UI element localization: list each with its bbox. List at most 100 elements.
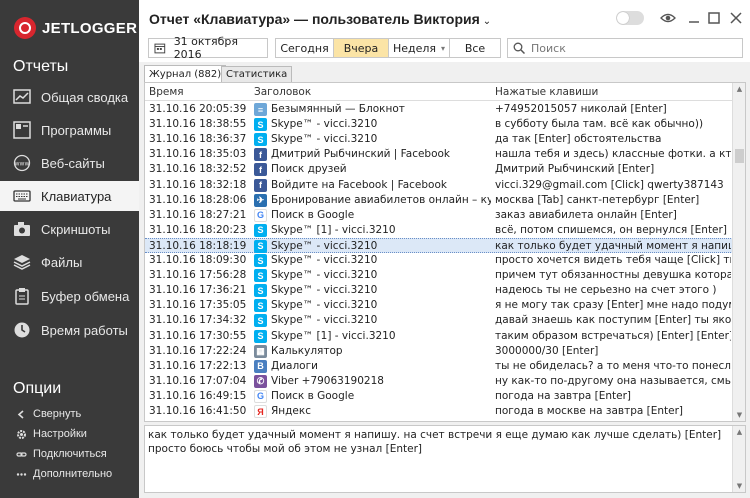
cell-title: Поиск в Google xyxy=(271,208,355,221)
cell-keys: надеюсь ты не серьезно на счет этого ) xyxy=(495,284,717,297)
cell-time: 31.10.16 16:41:50 xyxy=(149,405,247,417)
sidebar-item-screenshots[interactable]: Скриншоты xyxy=(0,214,139,244)
table-row[interactable]: 31.10.16 17:22:13 B Диалоги ты не обиделась… xyxy=(145,359,733,374)
scrollbar-thumb[interactable] xyxy=(735,149,744,163)
keystroke-detail-pane[interactable]: как только будет удачный момент я напишу… xyxy=(144,425,746,493)
page-title-text: Отчет «Клавиатура» — пользователь Виктор… xyxy=(149,11,480,27)
toggle-knob xyxy=(617,12,629,24)
cell-title: Поиск в Google xyxy=(271,389,355,402)
cell-time: 31.10.16 18:20:23 xyxy=(149,223,247,236)
title-bar: Отчет «Клавиатура» — пользователь Виктор… xyxy=(139,0,750,36)
table-row[interactable]: 31.10.16 18:38:55 S Skype™ - vicci.3210 в с… xyxy=(145,117,733,132)
table-row[interactable]: 31.10.16 17:07:04 ✆ Viber +79063190218 ну к… xyxy=(145,374,733,389)
tab-statistics[interactable]: Статистика xyxy=(221,66,293,82)
sidebar-item-label: Буфер обмена xyxy=(41,288,130,304)
cell-time: 31.10.16 18:32:18 xyxy=(149,178,247,191)
table-row[interactable]: 31.10.16 18:35:03 f Дмитрий Рыбчинский | F… xyxy=(145,147,733,162)
minimize-icon[interactable] xyxy=(686,10,702,26)
option-label: Дополнительно xyxy=(33,468,113,480)
maximize-icon[interactable] xyxy=(706,10,722,26)
reports-section-title: Отчеты xyxy=(13,58,69,75)
facebook-icon: f xyxy=(254,178,267,192)
cell-title: Поиск друзей xyxy=(271,163,347,176)
sidebar-item-summary[interactable]: Общая сводка xyxy=(0,82,139,112)
table-row[interactable]: 31.10.16 18:18:19 S Skype™ - vicci.3210 как… xyxy=(145,237,733,253)
table-row[interactable]: 31.10.16 18:09:30 S Skype™ - vicci.3210 про… xyxy=(145,253,733,268)
table-row[interactable]: 31.10.16 18:20:23 S Skype™ [1] - vicci.321… xyxy=(145,223,733,238)
search-input[interactable]: Поиск xyxy=(507,38,743,58)
sidebar-item-label: Общая сводка xyxy=(41,89,129,105)
cell-title: Skype™ - vicci.3210 xyxy=(271,133,378,146)
sidebar-item-websites[interactable]: www Веб-сайты xyxy=(0,148,139,178)
cell-time: 31.10.16 20:05:39 xyxy=(149,103,247,115)
viber-icon: ✆ xyxy=(254,374,267,388)
cell-keys: просто хочется видеть тебя чаще [Click] … xyxy=(495,254,731,266)
table-row[interactable]: 31.10.16 18:32:52 f Поиск друзей Дмитрий Ры… xyxy=(145,162,733,177)
skype-icon: S xyxy=(254,329,267,343)
page-title[interactable]: Отчет «Клавиатура» — пользователь Виктор… xyxy=(149,11,491,27)
cell-time: 31.10.16 18:28:06 xyxy=(149,193,247,206)
table-row[interactable]: 31.10.16 18:36:37 S Skype™ - vicci.3210 да … xyxy=(145,132,733,147)
table-row[interactable]: 31.10.16 17:22:24 ▦ Калькулятор 3000000/30 … xyxy=(145,344,733,359)
cell-time: 31.10.16 18:38:55 xyxy=(149,118,247,131)
column-header-keys[interactable]: Нажатые клавиши xyxy=(495,86,598,98)
eye-icon[interactable] xyxy=(660,10,676,26)
table-row[interactable]: 31.10.16 20:05:39 ≡ Безымянный — Блокнот +7… xyxy=(145,102,733,117)
option-collapse[interactable]: Свернуть xyxy=(0,405,139,423)
table-row[interactable]: 31.10.16 17:35:05 S Skype™ - vicci.3210 я н… xyxy=(145,298,733,313)
table-row[interactable]: 31.10.16 16:49:15 G Поиск в Google погода н… xyxy=(145,389,733,404)
option-more[interactable]: Дополнительно xyxy=(0,465,139,483)
skype-icon: S xyxy=(254,223,267,237)
filter-all-button[interactable]: Все xyxy=(449,38,501,58)
table-scrollbar[interactable]: ▲ ▼ xyxy=(732,83,745,421)
cell-title: Бронирование авиабилетов онлайн – купит.… xyxy=(271,193,491,206)
scroll-up-icon[interactable]: ▲ xyxy=(733,83,745,95)
tab-journal[interactable]: Журнал (882) xyxy=(144,65,227,82)
cell-title: Skype™ [1] - vicci.3210 xyxy=(271,329,396,342)
cell-keys: да так [Enter] обстоятельства xyxy=(495,133,662,146)
table-row[interactable]: 31.10.16 17:30:55 S Skype™ [1] - vicci.321… xyxy=(145,329,733,344)
cell-time: 31.10.16 18:36:37 xyxy=(149,133,247,146)
sidebar-item-files[interactable]: Файлы xyxy=(0,247,139,277)
table-row[interactable]: 31.10.16 18:27:21 G Поиск в Google заказ ав… xyxy=(145,208,733,223)
cell-title: Viber +79063190218 xyxy=(271,374,384,387)
scroll-down-icon[interactable]: ▼ xyxy=(733,409,745,421)
skype-icon: S xyxy=(254,118,267,132)
filter-yesterday-button[interactable]: Вчера xyxy=(333,38,389,58)
option-settings[interactable]: Настройки xyxy=(0,425,139,443)
table-row[interactable]: 31.10.16 17:56:28 S Skype™ - vicci.3210 при… xyxy=(145,268,733,283)
google-icon: G xyxy=(254,208,267,222)
table-header: Время Заголовок Нажатые клавиши xyxy=(145,83,733,101)
table-row[interactable]: 31.10.16 18:32:18 f Войдите на Facebook | … xyxy=(145,178,733,193)
sidebar-item-clipboard[interactable]: Буфер обмена xyxy=(0,281,139,311)
table-row[interactable]: 31.10.16 18:28:06 ✈ Бронирование авиабилет… xyxy=(145,193,733,208)
close-icon[interactable] xyxy=(728,10,744,26)
scroll-down-icon[interactable]: ▼ xyxy=(733,480,746,492)
date-picker[interactable]: 31 октября 2016 xyxy=(148,35,268,61)
cell-title: Яндекс xyxy=(271,405,311,417)
cell-title: Skype™ - vicci.3210 xyxy=(271,284,378,297)
table-row[interactable]: 31.10.16 16:41:50 Я Яндекс погода в москве … xyxy=(145,404,733,419)
option-connect[interactable]: Подключиться xyxy=(0,445,139,463)
calc-icon: ▦ xyxy=(254,344,267,358)
sidebar-item-worktime[interactable]: Время работы xyxy=(0,315,139,345)
sidebar-item-programs[interactable]: Программы xyxy=(0,115,139,145)
monitoring-toggle[interactable] xyxy=(616,11,644,25)
table-row[interactable]: 31.10.16 17:34:32 S Skype™ - vicci.3210 дав… xyxy=(145,313,733,328)
tab-bar: Журнал (882) Статистика xyxy=(139,64,750,82)
logo-icon xyxy=(14,17,36,39)
cell-time: 31.10.16 18:32:52 xyxy=(149,163,247,176)
scroll-up-icon[interactable]: ▲ xyxy=(733,426,746,438)
filter-today-button[interactable]: Сегодня xyxy=(275,38,334,58)
notepad-icon: ≡ xyxy=(254,103,267,116)
sidebar-item-keyboard[interactable]: Клавиатура xyxy=(0,181,139,211)
cell-title: Калькулятор xyxy=(271,344,343,357)
filter-week-button[interactable]: Неделя ▾ xyxy=(388,38,450,58)
detail-scrollbar[interactable]: ▲ ▼ xyxy=(732,426,745,492)
cell-keys: я не могу так сразу [Enter] мне надо под… xyxy=(495,299,731,312)
table-row[interactable]: 31.10.16 17:36:21 S Skype™ - vicci.3210 над… xyxy=(145,283,733,298)
skype-icon: S xyxy=(254,314,267,328)
column-header-time[interactable]: Время xyxy=(149,86,184,98)
chevron-down-icon: ⌄ xyxy=(482,16,492,27)
column-header-title[interactable]: Заголовок xyxy=(254,86,311,98)
